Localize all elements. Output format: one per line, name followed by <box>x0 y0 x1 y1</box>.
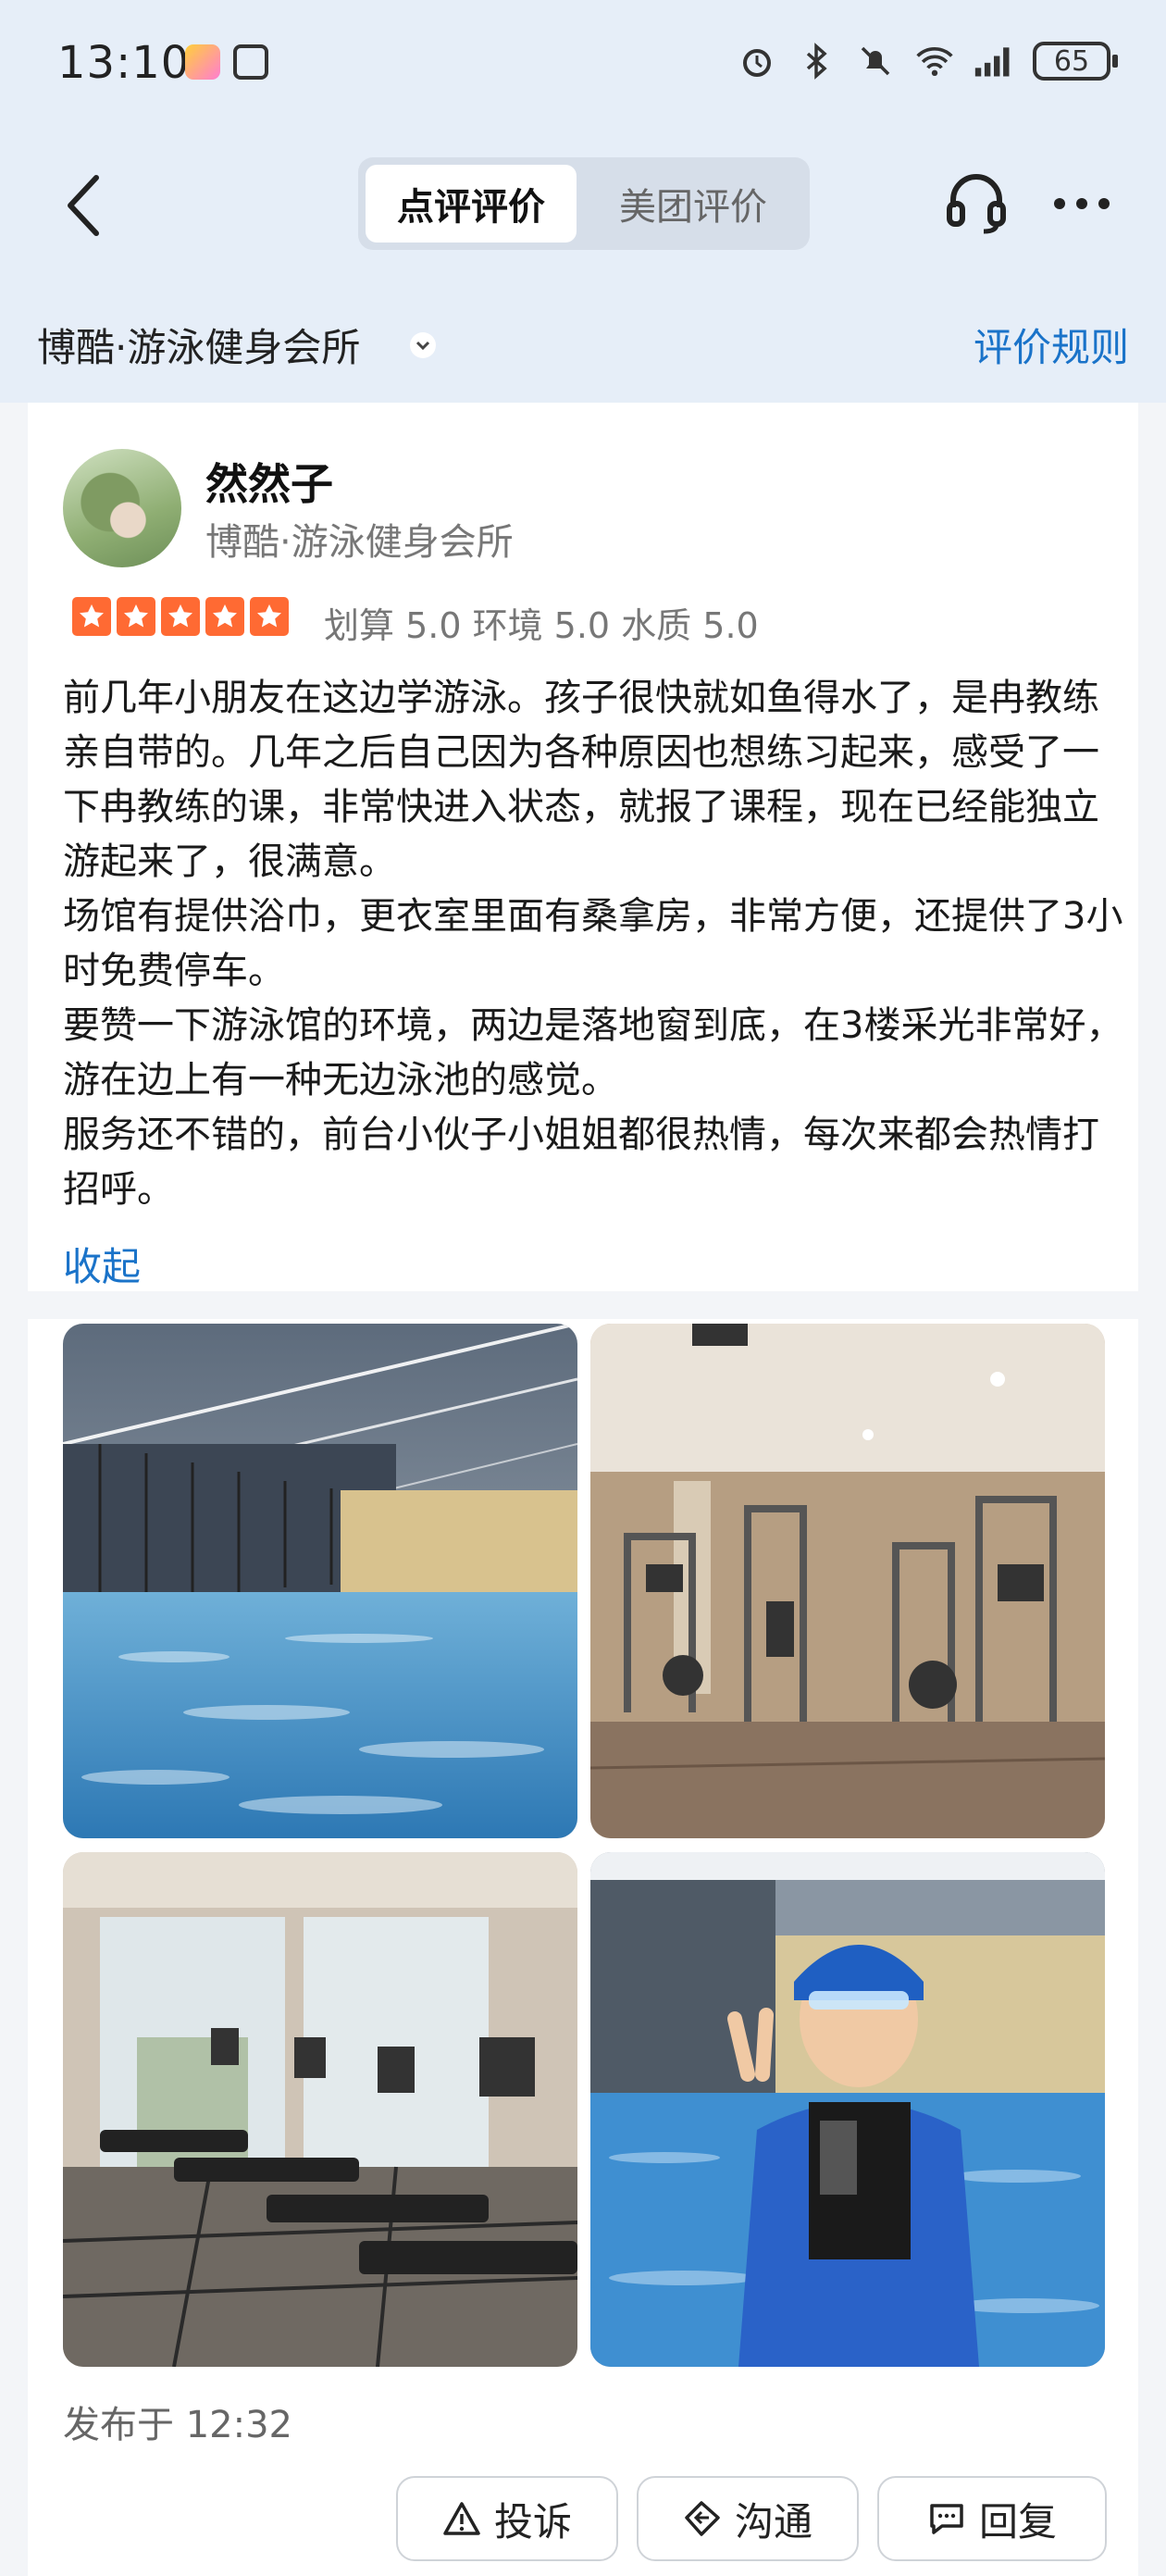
review-photo-pool[interactable] <box>63 1324 577 1838</box>
shop-name-selector[interactable]: 博酷·游泳健身会所 <box>37 317 360 373</box>
status-bar: 13:10 65 <box>0 0 1166 130</box>
star-rating <box>72 597 289 636</box>
shop-selector-bar: 博酷·游泳健身会所 评价规则 <box>0 278 1166 403</box>
complain-button[interactable]: 投诉 <box>396 2476 618 2561</box>
star-icon <box>161 597 200 636</box>
alarm-icon <box>737 41 777 81</box>
reply-button[interactable]: 回复 <box>877 2476 1107 2561</box>
review-paragraph: 前几年小朋友在这边学游泳。孩子很快就如鱼得水了，是冉教练亲自带的。几年之后自己因… <box>63 677 1099 883</box>
tab-meituan-reviews[interactable]: 美团评价 <box>584 165 802 243</box>
review-source-switch: 点评评价 美团评价 <box>358 157 810 250</box>
review-photo-treadmills[interactable] <box>63 1852 577 2367</box>
back-arrow-icon[interactable] <box>56 168 111 243</box>
chat-label: 沟通 <box>734 2498 812 2545</box>
reviewer-shop: 博酷·游泳健身会所 <box>205 521 514 564</box>
review-photos-section: 发布于 12:32 投诉 沟通 回复 <box>28 1319 1138 2576</box>
star-icon <box>72 597 111 636</box>
review-text: 前几年小朋友在这边学游泳。孩子很快就如鱼得水了，是冉教练亲自带的。几年之后自己因… <box>63 671 1127 1217</box>
review-page: 13:10 65 点评评价 美团评价 博酷·游泳健身会所 评价规则 然然子 博酷… <box>0 0 1166 2576</box>
chat-icon <box>683 2499 722 2538</box>
avatar[interactable] <box>63 449 181 567</box>
mute-bell-icon <box>855 41 896 81</box>
signal-icon <box>974 41 1014 81</box>
chevron-down-icon[interactable] <box>409 331 437 359</box>
star-icon <box>250 597 289 636</box>
reply-label: 回复 <box>978 2498 1057 2545</box>
complain-label: 投诉 <box>493 2498 572 2545</box>
star-icon <box>117 597 155 636</box>
sub-scores: 划算 5.0 环境 5.0 水质 5.0 <box>324 605 759 646</box>
warning-icon <box>442 2499 481 2538</box>
battery-indicator: 65 <box>1033 42 1118 81</box>
tab-dianping-reviews[interactable]: 点评评价 <box>366 165 577 243</box>
reply-icon <box>927 2499 966 2538</box>
app-notification-icon <box>185 44 220 80</box>
more-icon[interactable] <box>1051 185 1112 222</box>
review-photo-child[interactable] <box>590 1852 1105 2367</box>
review-paragraph: 服务还不错的，前台小伙子小姐姐都很热情，每次来都会热情打招呼。 <box>63 1114 1099 1211</box>
review-paragraph: 场馆有提供浴巾，更衣室里面有桑拿房，非常方便，还提供了3小时免费停车。 <box>63 895 1123 992</box>
publish-time: 发布于 12:32 <box>63 2404 292 2446</box>
review-rules-link[interactable]: 评价规则 <box>974 317 1129 373</box>
status-time: 13:10 <box>57 37 191 89</box>
headset-icon[interactable] <box>944 170 1009 235</box>
nfc-icon <box>233 44 268 80</box>
chat-button[interactable]: 沟通 <box>637 2476 859 2561</box>
status-icons: 65 <box>737 41 1118 81</box>
wifi-icon <box>914 41 955 81</box>
star-icon <box>205 597 244 636</box>
review-card: 然然子 博酷·游泳健身会所 划算 5.0 环境 5.0 水质 5.0 前几年小朋… <box>28 403 1138 1291</box>
top-nav: 点评评价 美团评价 <box>0 130 1166 278</box>
reviewer-name[interactable]: 然然子 <box>205 451 333 512</box>
collapse-button[interactable]: 收起 <box>63 1236 141 1292</box>
review-paragraph: 要赞一下游泳馆的环境，两边是落地窗到底，在3楼采光非常好，游在边上有一种无边泳池… <box>63 1004 1123 1101</box>
bluetooth-icon <box>796 41 837 81</box>
review-photo-gym[interactable] <box>590 1324 1105 1838</box>
